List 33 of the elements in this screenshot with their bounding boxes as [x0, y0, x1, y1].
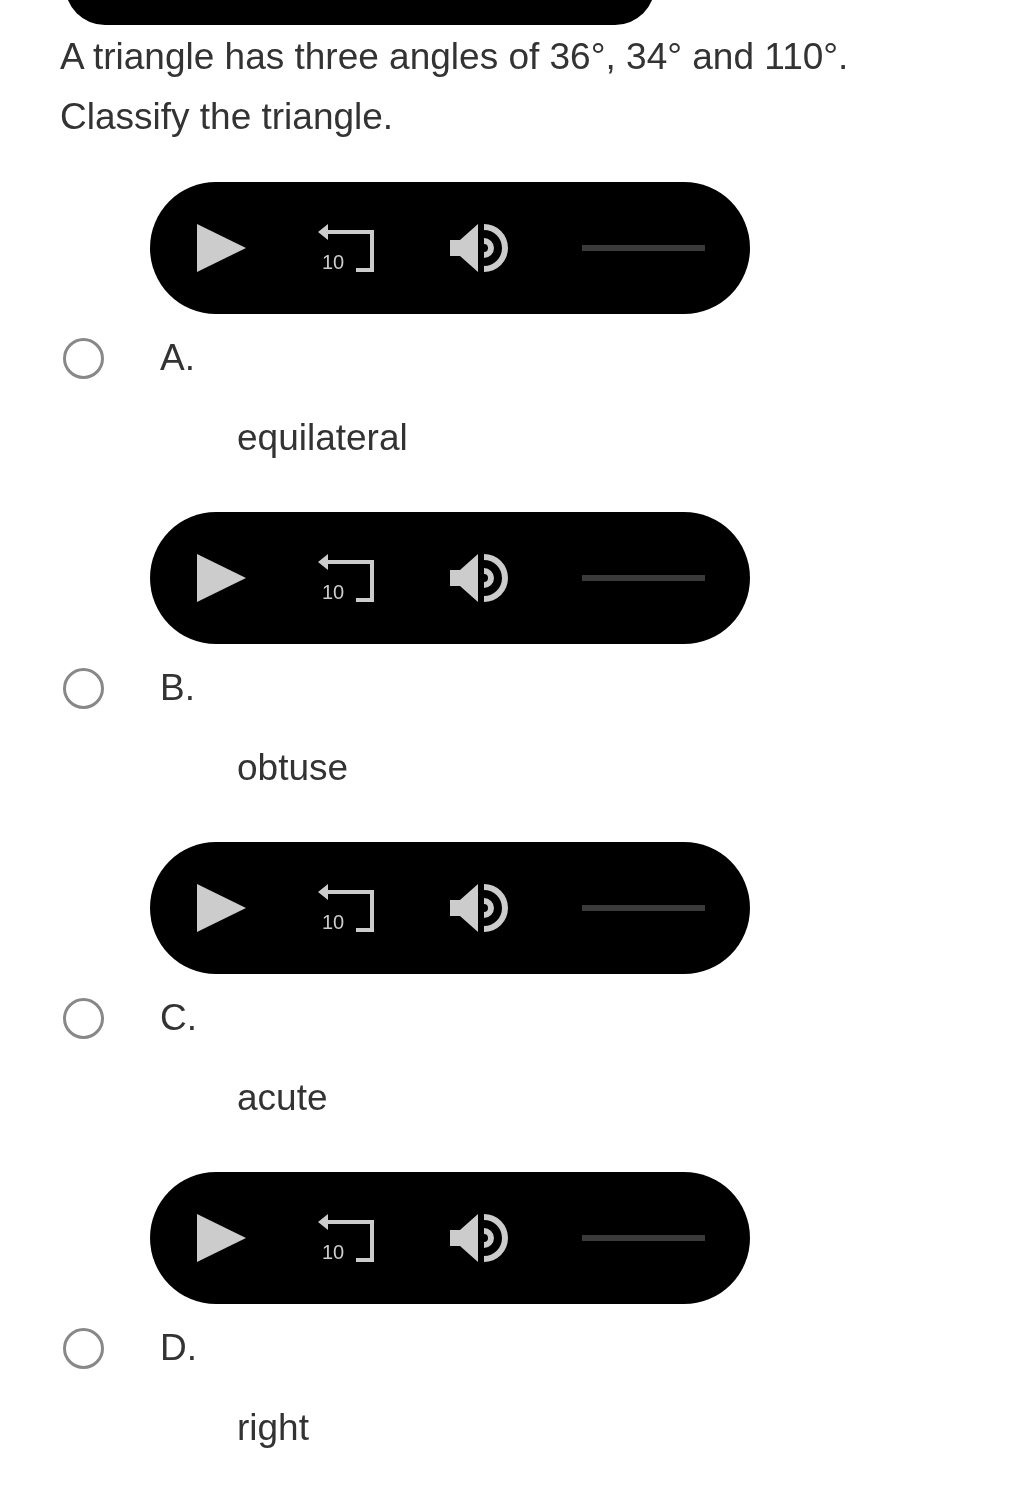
- answer-text: right: [237, 1408, 310, 1448]
- rewind-button[interactable]: 10: [318, 884, 376, 932]
- speaker-icon: [450, 884, 510, 932]
- speaker-icon: [450, 1214, 510, 1262]
- play-button[interactable]: [197, 1214, 246, 1262]
- answer-text: equilateral: [237, 418, 409, 458]
- answer-text: obtuse: [237, 748, 350, 788]
- rewind-button[interactable]: 10: [318, 224, 376, 272]
- option-letter: D.: [160, 1327, 197, 1369]
- answer-text: acute: [237, 1078, 329, 1118]
- play-icon: [197, 1214, 246, 1262]
- radio-button[interactable]: [63, 667, 104, 709]
- play-button[interactable]: [197, 554, 246, 602]
- volume-button[interactable]: [450, 224, 510, 272]
- radio-button[interactable]: [63, 1327, 104, 1369]
- radio-button[interactable]: [63, 997, 104, 1039]
- speaker-icon: [450, 554, 510, 602]
- volume-button[interactable]: [450, 884, 510, 932]
- rewind-button[interactable]: 10: [318, 554, 376, 602]
- speaker-icon: [450, 224, 510, 272]
- play-icon: [197, 884, 246, 932]
- play-button[interactable]: [197, 224, 246, 272]
- question-text: A triangle has three angles of 36°, 34° and 110°. Classify the triangle.: [60, 35, 850, 139]
- volume-button[interactable]: [450, 554, 510, 602]
- play-button[interactable]: [197, 884, 246, 932]
- rewind-button[interactable]: 10: [318, 1214, 376, 1262]
- play-icon: [197, 554, 246, 602]
- option-letter: A.: [160, 337, 195, 379]
- option-letter: C.: [160, 997, 197, 1039]
- option-letter: B.: [160, 667, 195, 709]
- radio-button[interactable]: [63, 337, 104, 379]
- play-icon: [197, 224, 246, 272]
- volume-button[interactable]: [450, 1214, 510, 1262]
